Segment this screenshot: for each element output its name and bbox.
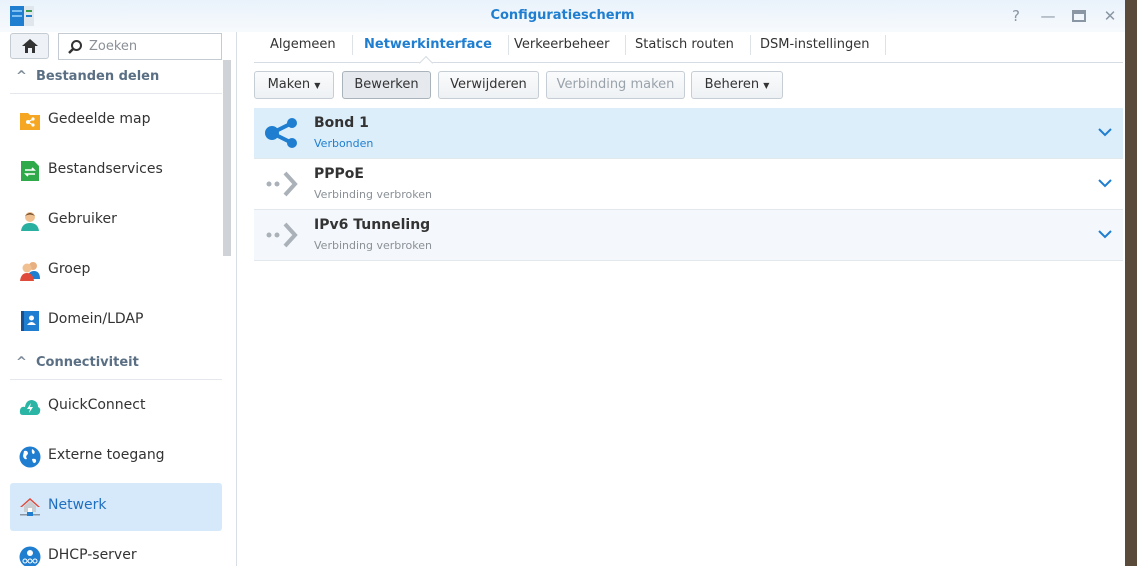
chevron-down-icon[interactable] bbox=[1097, 124, 1113, 140]
button-label: Beheren bbox=[704, 77, 760, 92]
sidebar-item-groep[interactable]: Groep bbox=[10, 247, 222, 295]
interface-row-ipv6-tunneling[interactable]: IPv6 Tunneling Verbinding verbroken bbox=[254, 210, 1123, 261]
manage-dropdown-button[interactable]: Beheren ▼ bbox=[691, 71, 783, 99]
delete-button[interactable]: Verwijderen bbox=[438, 71, 539, 99]
minimize-icon[interactable]: — bbox=[1038, 6, 1058, 26]
interface-status: Verbonden bbox=[314, 137, 374, 150]
interface-row-pppoe[interactable]: PPPoE Verbinding verbroken bbox=[254, 159, 1123, 210]
tab-bar: Algemeen Netwerkinterface Verkeerbeheer … bbox=[254, 32, 1123, 71]
group-icon bbox=[20, 262, 40, 281]
sidebar-item-label: Gedeelde map bbox=[48, 111, 151, 127]
control-panel-window: Configuratiescherm ? — ✕ Zoeken ^ Bestand… bbox=[0, 0, 1125, 566]
interface-name: IPv6 Tunneling bbox=[314, 217, 431, 233]
main-content: Algemeen Netwerkinterface Verkeerbeheer … bbox=[254, 32, 1123, 566]
close-icon[interactable]: ✕ bbox=[1100, 6, 1120, 26]
chevron-up-icon: ^ bbox=[16, 69, 27, 84]
tab-dsm-instellingen[interactable]: DSM-instellingen bbox=[744, 35, 887, 55]
home-icon bbox=[22, 39, 38, 53]
caret-down-icon: ▼ bbox=[314, 81, 321, 90]
sidebar-item-label: Groep bbox=[48, 261, 91, 277]
sidebar-item-label: Bestandservices bbox=[48, 161, 163, 177]
sidebar-item-externe-toegang[interactable]: Externe toegang bbox=[10, 433, 222, 481]
sidebar-item-domein-ldap[interactable]: Domein/LDAP bbox=[10, 297, 222, 345]
sidebar-item-gedeelde-map[interactable]: Gedeelde map bbox=[10, 97, 222, 145]
create-dropdown-button[interactable]: Maken ▼ bbox=[254, 71, 334, 99]
button-label: Maken bbox=[267, 77, 311, 92]
tab-netwerkinterface[interactable]: Netwerkinterface bbox=[348, 35, 509, 55]
sidebar-item-dhcp-server[interactable]: DHCP-server bbox=[10, 533, 222, 566]
bond-share-icon bbox=[265, 118, 297, 148]
interface-status: Verbinding verbroken bbox=[314, 239, 432, 252]
section-connectiviteit[interactable]: ^ Connectiviteit bbox=[10, 347, 222, 380]
domain-ldap-icon bbox=[21, 311, 39, 331]
section-label: Bestanden delen bbox=[36, 69, 160, 84]
sidebar-item-label: QuickConnect bbox=[48, 397, 146, 413]
section-bestanden-delen[interactable]: ^ Bestanden delen bbox=[10, 61, 222, 94]
sidebar-scrollbar[interactable] bbox=[223, 60, 231, 256]
chevron-down-icon[interactable] bbox=[1097, 175, 1113, 191]
interface-name: PPPoE bbox=[314, 166, 364, 182]
sidebar-item-label: Netwerk bbox=[48, 497, 107, 513]
file-services-icon bbox=[21, 161, 39, 181]
section-label: Connectiviteit bbox=[36, 355, 139, 370]
interface-status: Verbinding verbroken bbox=[314, 188, 432, 201]
sidebar: Zoeken ^ Bestanden delen Gedeelde map Bes… bbox=[0, 32, 237, 566]
maximize-icon[interactable] bbox=[1069, 6, 1089, 26]
interface-name: Bond 1 bbox=[314, 115, 369, 131]
window-title: Configuratiescherm bbox=[490, 8, 635, 23]
globe-icon bbox=[19, 446, 41, 468]
disconnected-arrow-icon bbox=[266, 171, 298, 197]
caret-down-icon: ▼ bbox=[763, 81, 770, 90]
tab-verkeerbeheer[interactable]: Verkeerbeheer bbox=[498, 35, 627, 55]
network-home-icon bbox=[20, 498, 40, 516]
home-button[interactable] bbox=[10, 33, 49, 59]
search-icon bbox=[68, 40, 82, 54]
sidebar-item-quickconnect[interactable]: QuickConnect bbox=[10, 383, 222, 431]
search-placeholder: Zoeken bbox=[89, 39, 138, 54]
edit-button[interactable]: Bewerken bbox=[342, 71, 431, 99]
sidebar-item-label: DHCP-server bbox=[48, 547, 137, 563]
user-icon bbox=[21, 212, 39, 231]
active-tab-caret bbox=[418, 55, 434, 71]
interface-row-bond1[interactable]: Bond 1 Verbonden bbox=[254, 108, 1123, 159]
sidebar-item-label: Gebruiker bbox=[48, 211, 117, 227]
quickconnect-icon bbox=[19, 400, 41, 415]
chevron-down-icon[interactable] bbox=[1097, 226, 1113, 242]
sidebar-item-bestandservices[interactable]: Bestandservices bbox=[10, 147, 222, 195]
title-bar: Configuratiescherm ? — ✕ bbox=[0, 0, 1125, 32]
search-input[interactable]: Zoeken bbox=[58, 33, 222, 60]
tab-algemeen[interactable]: Algemeen bbox=[254, 35, 353, 55]
tab-statisch-routen[interactable]: Statisch routen bbox=[619, 35, 751, 55]
disconnected-arrow-icon bbox=[266, 222, 298, 248]
shared-folder-icon bbox=[20, 113, 40, 130]
sidebar-item-gebruiker[interactable]: Gebruiker bbox=[10, 197, 222, 245]
help-icon[interactable]: ? bbox=[1006, 6, 1026, 26]
connect-button[interactable]: Verbinding maken bbox=[546, 71, 685, 99]
sidebar-item-label: Domein/LDAP bbox=[48, 311, 144, 327]
sidebar-item-netwerk[interactable]: Netwerk bbox=[10, 483, 222, 531]
sidebar-item-label: Externe toegang bbox=[48, 447, 165, 463]
dhcp-icon bbox=[19, 546, 41, 566]
chevron-up-icon: ^ bbox=[16, 355, 27, 370]
